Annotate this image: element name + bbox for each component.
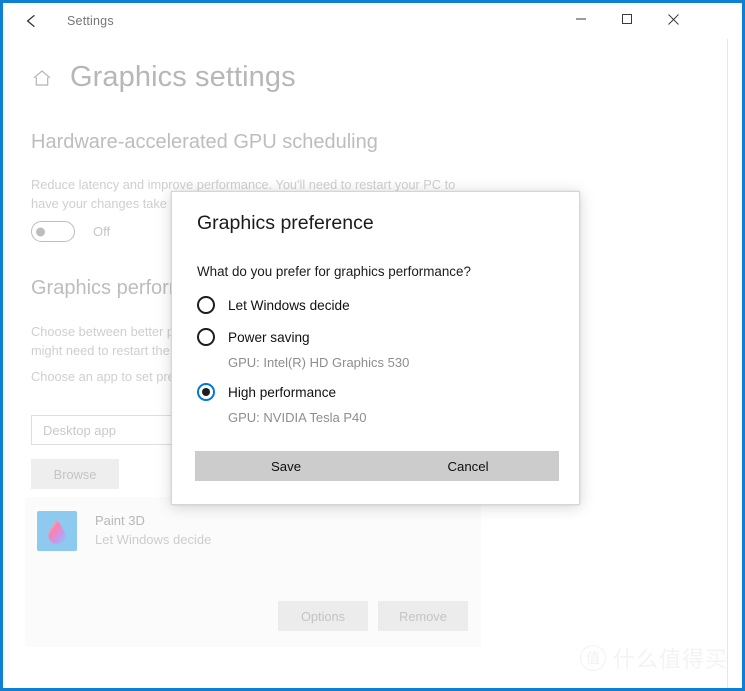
watermark-text: 什么值得买 xyxy=(612,648,728,673)
watermark: 值 什么值得买 xyxy=(579,642,728,674)
gpu-scheduling-toggle-label: Off xyxy=(93,224,111,239)
app-card-row[interactable]: Paint 3D Let Windows decide xyxy=(37,511,211,551)
title-bar: Settings xyxy=(3,3,742,39)
home-icon[interactable] xyxy=(31,67,53,89)
maximize-button[interactable] xyxy=(604,3,650,35)
gpu-scheduling-toggle-row[interactable]: Off xyxy=(31,221,110,242)
browse-button-label: Browse xyxy=(53,466,97,482)
vertical-scrollbar[interactable] xyxy=(727,39,742,688)
remove-button[interactable]: Remove xyxy=(378,601,468,631)
window-title: Settings xyxy=(67,14,114,28)
settings-window: Settings Graphics settings Hardware-acce… xyxy=(0,0,745,691)
radio-option-power-saving[interactable]: Power saving xyxy=(197,328,310,346)
page-header: Graphics settings xyxy=(31,61,296,94)
save-button[interactable]: Save xyxy=(195,451,377,481)
radio-button[interactable] xyxy=(197,328,215,346)
radio-label: Power saving xyxy=(228,329,310,345)
save-button-label: Save xyxy=(270,458,302,474)
cancel-button-label: Cancel xyxy=(447,458,489,474)
paint-3d-icon xyxy=(37,511,77,551)
app-card: Paint 3D Let Windows decide Options Remo… xyxy=(25,497,481,647)
radio-label: High performance xyxy=(228,384,337,400)
app-card-text: Paint 3D Let Windows decide xyxy=(95,512,211,549)
toggle-knob xyxy=(36,227,45,236)
radio-option-high-performance[interactable]: High performance xyxy=(197,383,336,401)
app-name: Paint 3D xyxy=(95,513,145,528)
radio-label: Let Windows decide xyxy=(228,297,350,313)
page-title: Graphics settings xyxy=(70,61,296,93)
radio-button[interactable] xyxy=(197,383,215,401)
browse-button[interactable]: Browse xyxy=(31,459,119,489)
dialog-question: What do you prefer for graphics performa… xyxy=(197,264,471,279)
gpu-detail-power-saving: GPU: Intel(R) HD Graphics 530 xyxy=(228,355,410,370)
options-button[interactable]: Options xyxy=(278,601,368,631)
radio-option-let-windows-decide[interactable]: Let Windows decide xyxy=(197,296,350,314)
options-button-label: Options xyxy=(300,608,346,624)
app-type-select-value: Desktop app xyxy=(43,422,116,438)
hardware-section-heading: Hardware-accelerated GPU scheduling xyxy=(31,131,378,153)
app-preference: Let Windows decide xyxy=(95,532,212,547)
watermark-logo-icon: 值 xyxy=(579,645,606,671)
cancel-button[interactable]: Cancel xyxy=(377,451,559,481)
gpu-scheduling-toggle[interactable] xyxy=(31,221,75,242)
gpu-detail-high-performance: GPU: NVIDIA Tesla P40 xyxy=(228,410,367,425)
back-button[interactable] xyxy=(11,6,53,36)
window-inner: Settings Graphics settings Hardware-acce… xyxy=(3,3,742,688)
dialog-title: Graphics preference xyxy=(197,212,374,234)
remove-button-label: Remove xyxy=(399,608,447,624)
minimize-button[interactable] xyxy=(558,3,604,35)
close-button[interactable] xyxy=(650,3,696,35)
radio-button[interactable] xyxy=(197,296,215,314)
graphics-preference-dialog: Graphics preference What do you prefer f… xyxy=(171,191,580,505)
